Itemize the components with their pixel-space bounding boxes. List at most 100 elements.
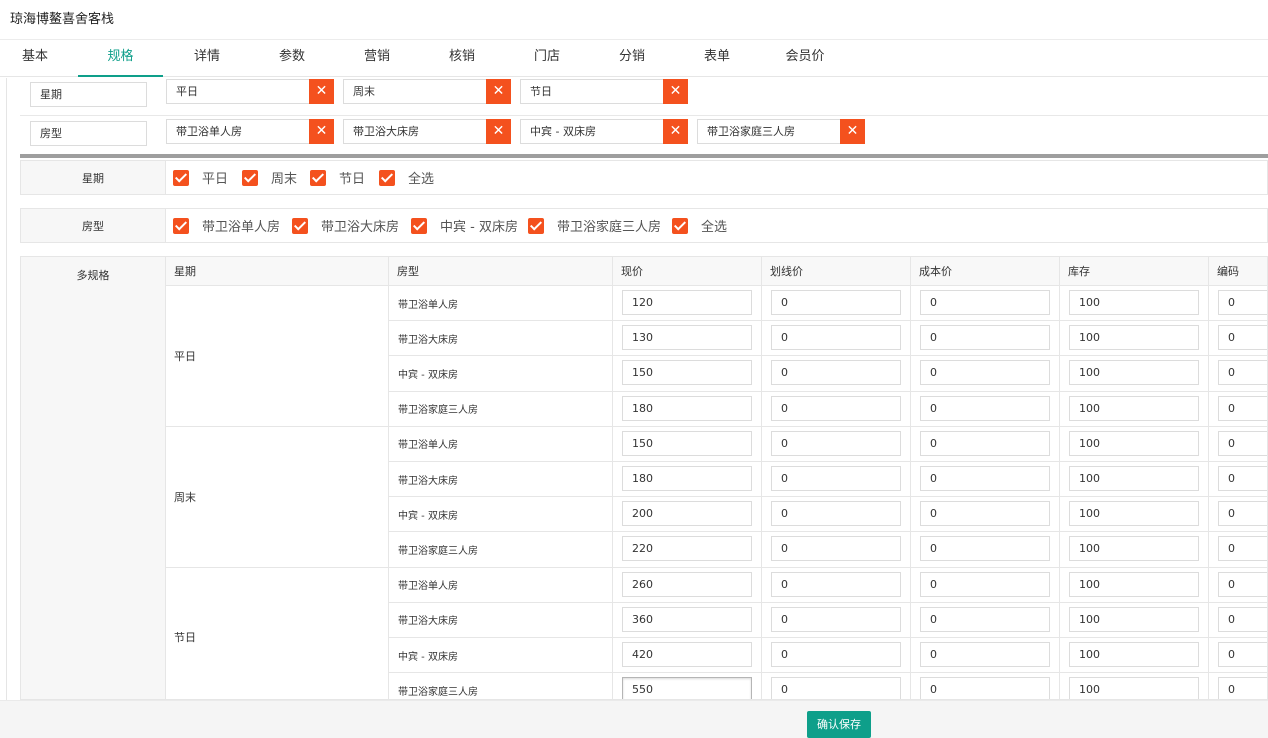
price-input[interactable] <box>622 430 752 456</box>
week-option[interactable]: 节日 <box>310 161 365 194</box>
checkbox-checked-icon[interactable] <box>173 169 189 186</box>
checkbox-checked-icon[interactable] <box>173 217 189 234</box>
cost-input[interactable] <box>920 606 1050 632</box>
spec-value-input[interactable]: 平日 <box>166 79 333 104</box>
stock-input[interactable] <box>1069 290 1199 315</box>
tab-detail[interactable]: 详情 <box>180 40 234 77</box>
stock-input[interactable] <box>1069 642 1199 667</box>
price-input[interactable] <box>622 677 752 699</box>
cost-input[interactable] <box>920 501 1050 527</box>
price-input[interactable] <box>622 395 752 421</box>
cost-input[interactable] <box>920 642 1050 667</box>
tab-member-price[interactable]: 会员价 <box>770 40 840 77</box>
tab-spec[interactable]: 规格 <box>78 40 163 77</box>
cost-input[interactable] <box>920 360 1050 386</box>
room-option[interactable]: 带卫浴单人房 <box>173 209 280 242</box>
spec-value-input[interactable]: 带卫浴单人房 <box>166 119 333 144</box>
code-input[interactable] <box>1218 677 1267 699</box>
stock-input[interactable] <box>1069 325 1199 351</box>
price-input[interactable] <box>622 571 752 597</box>
cost-input[interactable] <box>920 466 1050 491</box>
checkbox-checked-icon[interactable] <box>292 217 308 234</box>
code-input[interactable] <box>1218 501 1267 527</box>
checkbox-checked-icon[interactable] <box>528 217 544 234</box>
checkbox-checked-icon[interactable] <box>411 217 427 234</box>
stock-input[interactable] <box>1069 571 1199 597</box>
stock-input[interactable] <box>1069 430 1199 456</box>
tab-form[interactable]: 表单 <box>690 40 744 77</box>
tab-params[interactable]: 参数 <box>265 40 319 77</box>
price-input[interactable] <box>622 325 752 351</box>
line-price-input[interactable] <box>771 360 901 386</box>
line-price-input[interactable] <box>771 606 901 632</box>
price-input[interactable] <box>622 606 752 632</box>
delete-spec-value-button[interactable]: ✕ <box>663 79 688 104</box>
price-input[interactable] <box>622 501 752 527</box>
week-select-all[interactable]: 全选 <box>379 161 434 194</box>
week-option[interactable]: 周末 <box>242 161 297 194</box>
code-input[interactable] <box>1218 571 1267 597</box>
cost-input[interactable] <box>920 536 1050 562</box>
code-input[interactable] <box>1218 325 1267 351</box>
cost-input[interactable] <box>920 677 1050 699</box>
tab-basic[interactable]: 基本 <box>8 40 62 77</box>
tab-store[interactable]: 门店 <box>520 40 574 77</box>
code-input[interactable] <box>1218 430 1267 456</box>
line-price-input[interactable] <box>771 501 901 527</box>
delete-spec-value-button[interactable]: ✕ <box>840 119 865 144</box>
delete-spec-value-button[interactable]: ✕ <box>663 119 688 144</box>
room-option[interactable]: 带卫浴家庭三人房 <box>528 209 661 242</box>
stock-input[interactable] <box>1069 501 1199 527</box>
line-price-input[interactable] <box>771 430 901 456</box>
code-input[interactable] <box>1218 360 1267 386</box>
cost-input[interactable] <box>920 430 1050 456</box>
tab-marketing[interactable]: 营销 <box>350 40 404 77</box>
checkbox-checked-icon[interactable] <box>310 169 326 186</box>
tab-distribution[interactable]: 分销 <box>605 40 659 77</box>
cost-input[interactable] <box>920 571 1050 597</box>
stock-input[interactable] <box>1069 606 1199 632</box>
stock-input[interactable] <box>1069 466 1199 491</box>
spec-value-input[interactable]: 节日 <box>520 79 687 104</box>
spec-group-name[interactable]: 星期 <box>30 82 147 107</box>
room-option[interactable]: 带卫浴大床房 <box>292 209 399 242</box>
spec-group-name[interactable]: 房型 <box>30 121 147 146</box>
code-input[interactable] <box>1218 536 1267 562</box>
line-price-input[interactable] <box>771 466 901 491</box>
tab-verify[interactable]: 核销 <box>435 40 489 77</box>
code-input[interactable] <box>1218 466 1267 491</box>
stock-input[interactable] <box>1069 360 1199 386</box>
code-input[interactable] <box>1218 290 1267 315</box>
delete-spec-value-button[interactable]: ✕ <box>309 119 334 144</box>
price-input[interactable] <box>622 466 752 491</box>
price-input[interactable] <box>622 290 752 315</box>
price-input[interactable] <box>622 360 752 386</box>
line-price-input[interactable] <box>771 677 901 699</box>
confirm-save-button[interactable]: 确认保存 <box>807 711 871 738</box>
code-input[interactable] <box>1218 606 1267 632</box>
cost-input[interactable] <box>920 325 1050 351</box>
spec-value-input[interactable]: 带卫浴大床房 <box>343 119 510 144</box>
spec-value-input[interactable]: 中宾 - 双床房 <box>520 119 687 144</box>
room-option[interactable]: 中宾 - 双床房 <box>411 209 518 242</box>
line-price-input[interactable] <box>771 642 901 667</box>
stock-input[interactable] <box>1069 536 1199 562</box>
checkbox-checked-icon[interactable] <box>379 169 395 186</box>
line-price-input[interactable] <box>771 325 901 351</box>
room-select-all[interactable]: 全选 <box>672 209 727 242</box>
checkbox-checked-icon[interactable] <box>672 217 688 234</box>
checkbox-checked-icon[interactable] <box>242 169 258 186</box>
week-option[interactable]: 平日 <box>173 161 228 194</box>
stock-input[interactable] <box>1069 395 1199 421</box>
line-price-input[interactable] <box>771 571 901 597</box>
price-input[interactable] <box>622 536 752 562</box>
line-price-input[interactable] <box>771 395 901 421</box>
spec-value-input[interactable]: 周末 <box>343 79 510 104</box>
code-input[interactable] <box>1218 642 1267 667</box>
cost-input[interactable] <box>920 395 1050 421</box>
stock-input[interactable] <box>1069 677 1199 699</box>
code-input[interactable] <box>1218 395 1267 421</box>
line-price-input[interactable] <box>771 536 901 562</box>
delete-spec-value-button[interactable]: ✕ <box>486 119 511 144</box>
spec-value-input[interactable]: 带卫浴家庭三人房 <box>697 119 864 144</box>
